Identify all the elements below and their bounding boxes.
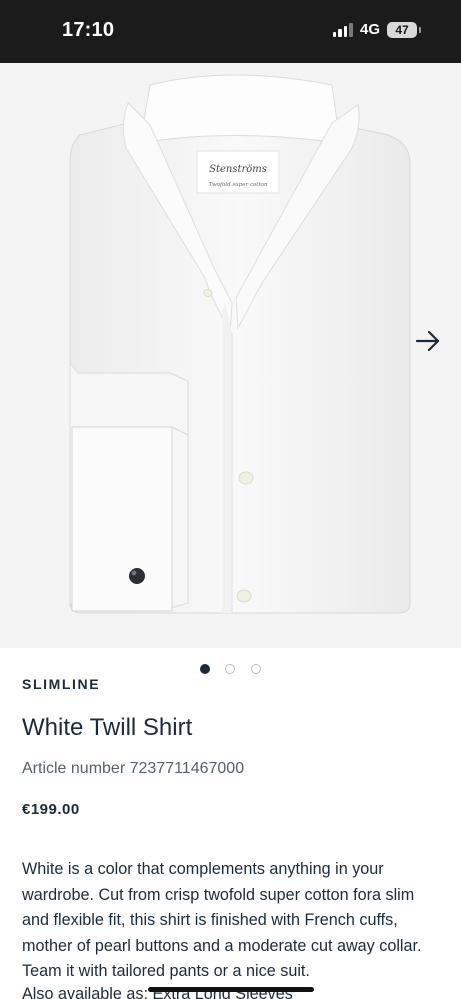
pager-dot-3[interactable] (251, 664, 261, 674)
status-bar: 17:10 4G 47 (0, 0, 461, 63)
arrow-right-icon[interactable] (415, 329, 441, 353)
product-image-gallery[interactable]: Stenströms Twofold super cotton (0, 63, 461, 648)
shirt-label-tagline: Twofold super cotton (208, 182, 268, 188)
shirt-label-brand: Stenströms (209, 164, 267, 175)
product-title: White Twill Shirt (22, 714, 193, 741)
product-line-label: SLIMLINE (22, 676, 101, 692)
pager-dot-2[interactable] (225, 664, 235, 674)
pager-dot-1[interactable] (200, 664, 210, 674)
product-description: White is a color that complements anythi… (22, 860, 422, 980)
signal-strength-icon (332, 22, 353, 37)
product-price: €199.00 (22, 801, 80, 818)
status-indicators: 4G 47 (332, 21, 421, 38)
status-time: 17:10 (62, 19, 115, 41)
network-type: 4G (359, 21, 380, 38)
article-number: Article number 7237711467000 (22, 760, 245, 777)
home-indicator[interactable] (148, 987, 314, 992)
product-image: Stenströms Twofold super cotton (69, 74, 411, 614)
also-available-label: Also available as: (22, 985, 148, 999)
gallery-pager (0, 664, 461, 676)
battery-icon: 47 (387, 21, 421, 38)
battery-level: 47 (395, 22, 409, 37)
